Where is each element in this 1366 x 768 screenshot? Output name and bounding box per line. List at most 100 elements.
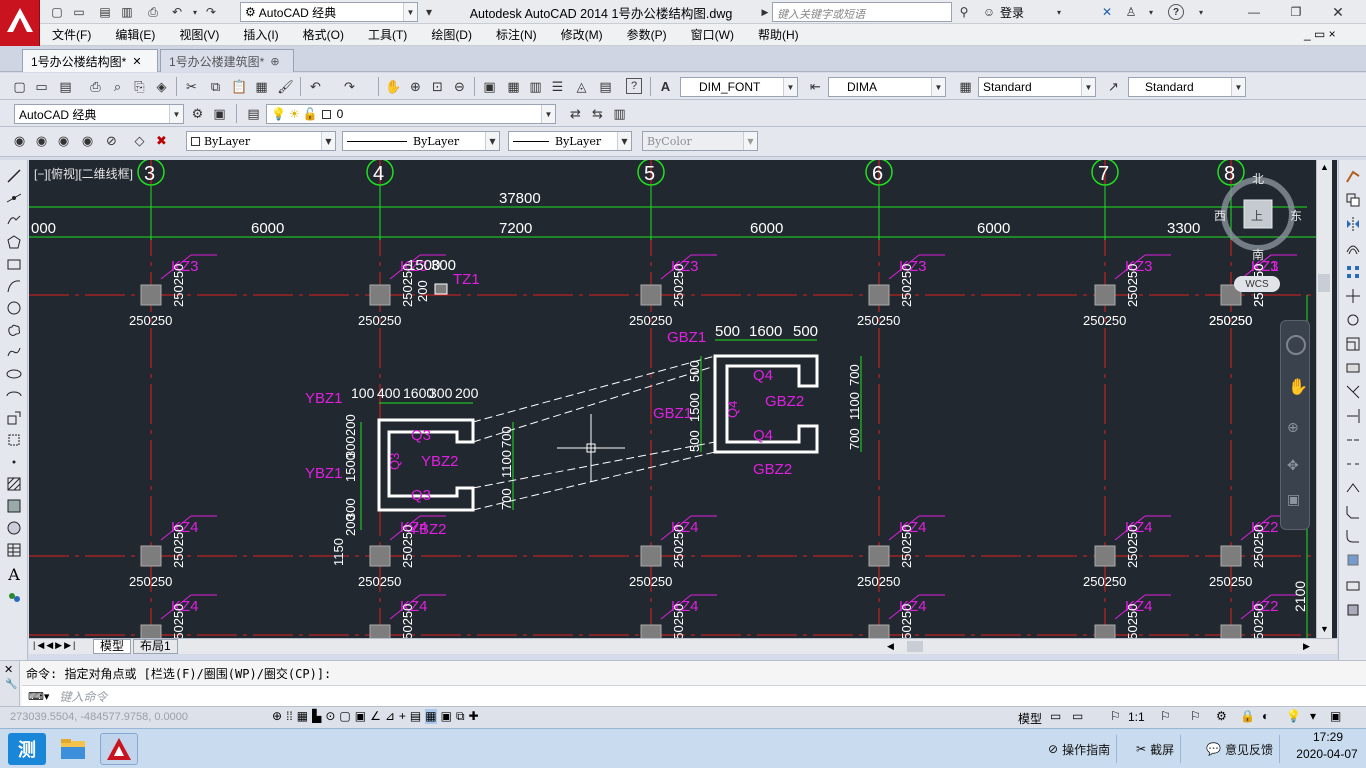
join-icon[interactable] xyxy=(1343,478,1363,498)
rectangle-icon[interactable] xyxy=(4,254,24,274)
clock-date[interactable]: 2020-04-07 xyxy=(1292,747,1362,761)
markup-icon[interactable]: ◬ xyxy=(572,77,591,96)
drawing-canvas[interactable]: 3 4 5 6 7 8 37800 000 6000 7200 6000 6000 3300 KZ3 250… xyxy=(29,160,1337,638)
array-icon[interactable] xyxy=(1343,262,1363,282)
horizontal-scroll-thumb[interactable] xyxy=(907,641,923,652)
autodesk-360-dropdown-icon[interactable]: ▾ xyxy=(1142,3,1160,21)
zoom-previous-icon[interactable]: ⊖ xyxy=(450,77,469,96)
open-icon[interactable]: ▭ xyxy=(70,3,88,21)
doc-tab-architecture[interactable]: 1号办公楼建筑图* ⊕ xyxy=(160,49,294,72)
scroll-down-icon[interactable]: ▼ xyxy=(1320,624,1329,634)
undo-icon[interactable]: ↶ xyxy=(168,3,186,21)
viewport-controls[interactable]: [−][俯视][二维线框] xyxy=(34,165,133,182)
menu-help[interactable]: 帮助(H) xyxy=(746,24,811,46)
delete-object-icon[interactable]: ✖ xyxy=(152,131,171,150)
taskbar-app-autocad[interactable] xyxy=(100,733,138,765)
new-icon[interactable]: ▢ xyxy=(48,3,66,21)
pan-icon[interactable]: ✋ xyxy=(1288,377,1308,397)
paste-icon[interactable]: 📋 xyxy=(230,77,249,96)
transparency-icon[interactable]: ◉ xyxy=(78,131,97,150)
match-properties-icon[interactable]: 🖌 xyxy=(276,77,295,96)
layer-previous-icon[interactable]: ⇆ xyxy=(588,104,607,123)
chamfer-icon[interactable] xyxy=(1343,502,1363,522)
clock-time[interactable]: 17:29 xyxy=(1296,730,1360,744)
revision-cloud-icon[interactable] xyxy=(4,320,24,340)
workspace-switching-icon[interactable]: ⚙ xyxy=(1216,709,1227,723)
clean-screen-icon[interactable]: ▣ xyxy=(1330,709,1341,723)
explode-icon[interactable] xyxy=(1343,550,1363,570)
multiline-text-icon[interactable]: A xyxy=(4,564,24,584)
print-icon[interactable]: ⎙ xyxy=(144,3,162,21)
menu-draw[interactable]: 绘图(D) xyxy=(419,24,484,46)
saveas-icon[interactable]: ▥ xyxy=(118,3,136,21)
minimize-button[interactable]: — xyxy=(1240,3,1268,21)
gradient-icon[interactable] xyxy=(4,496,24,516)
stretch-icon[interactable] xyxy=(1343,358,1363,378)
zoom-window-icon[interactable]: ⊡ xyxy=(428,77,447,96)
quick-view-drawings-icon[interactable]: ▭ xyxy=(1072,709,1083,723)
restore-button[interactable]: ❐ xyxy=(1282,3,1310,21)
break-at-point-icon[interactable] xyxy=(1343,430,1363,450)
line-icon[interactable] xyxy=(4,166,24,186)
grid-display-icon[interactable]: ▦ xyxy=(297,709,308,724)
mirror-icon[interactable] xyxy=(1343,214,1363,234)
doc-tab-structure[interactable]: 1号办公楼结构图* ✕ xyxy=(22,49,158,72)
workspace-switcher[interactable]: ⚙ AutoCAD 经典 ▼ xyxy=(240,2,418,22)
transparency-toggle-icon[interactable]: ▦ xyxy=(425,709,437,724)
viewcube[interactable]: 北 南 东 西 上 xyxy=(1214,170,1302,262)
workspace-save-icon[interactable]: ▣ xyxy=(210,104,229,123)
vertical-scrollbar[interactable]: ▲ ▼ xyxy=(1316,160,1332,638)
user-icon[interactable]: ☺ xyxy=(980,3,998,21)
doc-window-controls[interactable]: _ ▭ × xyxy=(1304,27,1336,41)
polyline-icon[interactable] xyxy=(4,210,24,230)
rotate-icon[interactable] xyxy=(1343,310,1363,330)
move-icon[interactable] xyxy=(1343,286,1363,306)
help-search-input[interactable]: 键入关键字或短语 xyxy=(772,2,952,22)
spline-icon[interactable] xyxy=(4,342,24,362)
copy-icon[interactable]: ⧉ xyxy=(206,77,225,96)
object-snap-tracking-icon[interactable]: ∠ xyxy=(370,709,381,724)
3d-print-icon[interactable]: ◈ xyxy=(152,77,171,96)
lock-icon[interactable]: 🔒 xyxy=(1240,709,1255,723)
search-expand-icon[interactable]: ▶ xyxy=(759,3,771,21)
color-icon[interactable]: ◉ xyxy=(10,131,29,150)
menu-tools[interactable]: 工具(T) xyxy=(356,24,419,46)
auto-scale-icon[interactable]: ⚐ xyxy=(1190,709,1201,723)
showmotion-icon[interactable]: ▣ xyxy=(1287,491,1300,508)
help-icon[interactable]: ? xyxy=(626,78,642,94)
ellipse-arc-icon[interactable] xyxy=(4,386,24,406)
wcs-menu[interactable]: WCS xyxy=(1234,276,1280,292)
close-button[interactable]: ✕ xyxy=(1324,3,1352,21)
make-block-icon[interactable] xyxy=(4,430,24,450)
calculator-icon[interactable]: ▤ xyxy=(596,77,615,96)
layer-select[interactable]: 💡 ☀ 🔓 0 ▼ xyxy=(266,104,556,124)
toolbar-options-icon[interactable] xyxy=(1343,600,1363,620)
login-link[interactable]: 登录 xyxy=(1000,4,1024,21)
tray-feedback[interactable]: 💬 意见反馈 xyxy=(1200,735,1280,763)
table-icon[interactable] xyxy=(4,540,24,560)
dynamic-ucs-icon[interactable]: ⊿ xyxy=(385,709,395,724)
tray-guide[interactable]: ⊘ 操作指南 xyxy=(1042,735,1118,763)
scroll-right-icon[interactable]: ▶ xyxy=(1303,641,1310,652)
taskbar-app-explorer[interactable] xyxy=(54,733,92,765)
break-icon[interactable] xyxy=(1343,454,1363,474)
color-select[interactable]: ByLayer ▼ xyxy=(186,131,336,151)
erase-icon[interactable] xyxy=(1343,166,1363,186)
viewcube-west[interactable]: 西 xyxy=(1214,207,1226,224)
plotstyle-icon[interactable]: ⊘ xyxy=(102,131,121,150)
redo-icon[interactable]: ↷ xyxy=(202,3,220,21)
qnew-icon[interactable]: ▢ xyxy=(10,77,29,96)
arc-icon[interactable] xyxy=(4,276,24,296)
paste-special-icon[interactable]: ▦ xyxy=(252,77,271,96)
command-input[interactable]: ⌨▾ 键入命令 xyxy=(22,685,1366,707)
lineweight-select[interactable]: ByLayer ▼ xyxy=(508,131,632,151)
quick-properties-icon[interactable]: ▣ xyxy=(441,709,452,724)
3d-object-icon[interactable]: ◇ xyxy=(130,131,149,150)
open-icon[interactable]: ▭ xyxy=(32,77,51,96)
taskbar-app-exam[interactable]: 测 xyxy=(8,733,46,765)
lineweight-toggle-icon[interactable]: ▤ xyxy=(410,709,421,724)
properties-icon[interactable]: ▣ xyxy=(480,77,499,96)
isolate-objects-icon[interactable]: 💡 xyxy=(1286,709,1301,723)
model-space-toggle[interactable]: 模型 xyxy=(1018,710,1042,727)
menu-format[interactable]: 格式(O) xyxy=(291,24,356,46)
